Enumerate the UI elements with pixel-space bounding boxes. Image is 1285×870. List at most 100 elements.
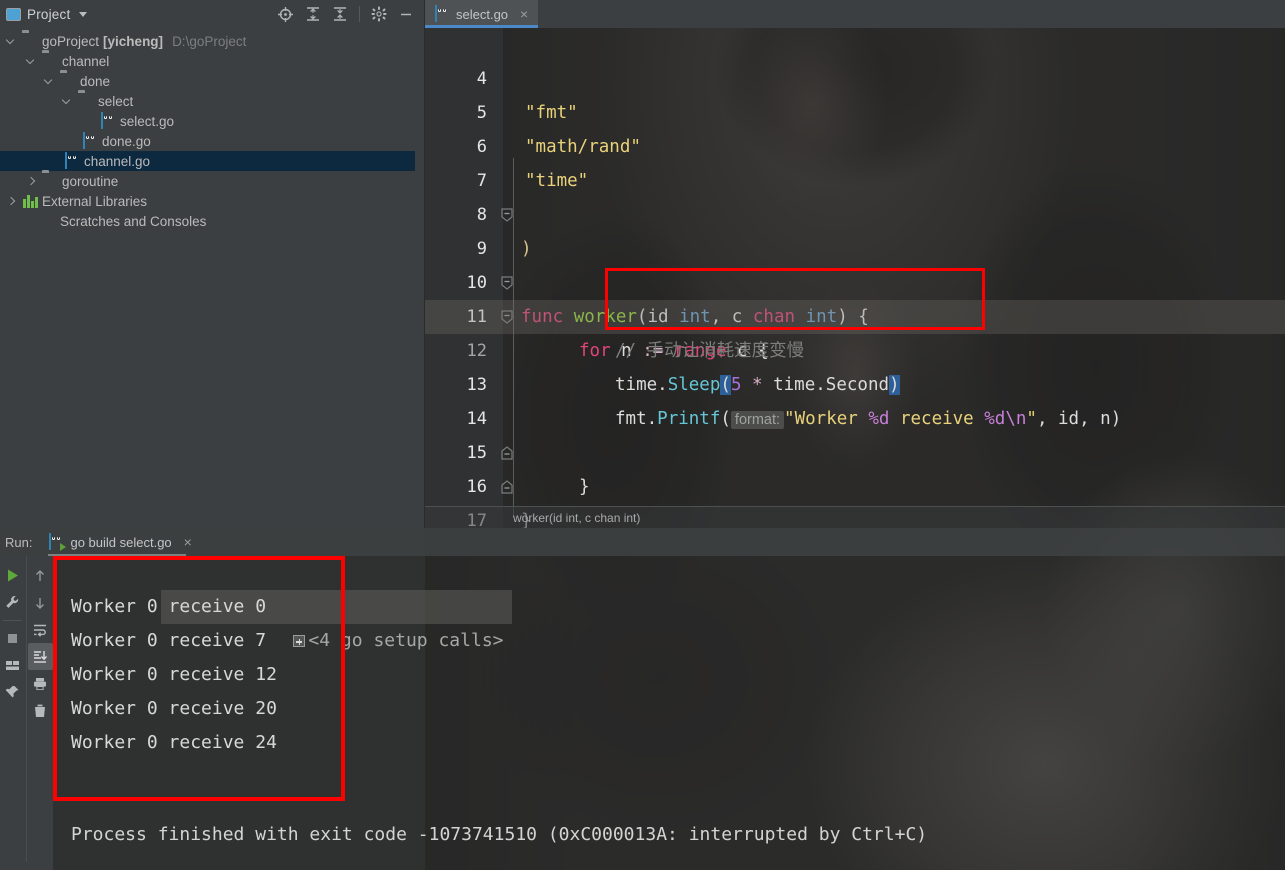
tree-node-label: select.go [120,113,175,129]
editor-tab-bar: select.go × [425,0,1285,28]
editor-area: select.go × 4 "fmt" 5 "math/rand" 6 "tim… [425,0,1285,528]
fold-marker-icon[interactable] [499,241,515,324]
fold-marker-icon[interactable] [499,207,515,290]
scroll-down-icon[interactable] [28,589,53,616]
chevron-down-icon[interactable] [24,54,38,68]
minimize-icon[interactable] [398,6,414,22]
locate-target-icon[interactable] [277,6,294,23]
code-line-17: 17 func createWorker(id int) chan<- int … [425,470,1285,528]
chevron-right-icon[interactable] [24,174,38,188]
stop-icon[interactable] [0,625,25,652]
tree-node-path: D:\goProject [172,33,247,49]
code-line-15: 15 } [425,402,1285,528]
chevron-right-icon[interactable] [4,194,18,208]
layout-icon[interactable] [0,652,25,679]
run-console-output[interactable]: <4 go setup calls> Worker 0 receive 0 Wo… [53,556,1285,870]
tree-node-scratches-and-consoles[interactable]: Scratches and Consoles [0,211,424,231]
tree-node-label: done [80,73,111,89]
chevron-down-icon[interactable] [42,74,56,88]
run-toolbar-secondary [26,556,53,870]
fold-marker-icon[interactable] [499,479,515,495]
print-icon[interactable] [28,670,53,697]
rerun-settings-icon[interactable] [0,589,25,616]
tree-node-label: External Libraries [42,193,148,209]
folder-icon [60,73,76,89]
tree-node-label: goProject [42,33,100,49]
tree-node-badge: [yicheng] [103,33,164,49]
breadcrumb: worker(id int, c chan int) [425,506,1285,528]
code-line-5: 5 "math/rand" [425,62,1285,157]
run-icon[interactable] [0,562,25,589]
folder-icon [42,173,58,189]
code-line-16: 16 [425,436,1285,497]
project-panel-scrollbar[interactable] [415,28,424,528]
toolbar-divider [3,620,22,621]
pin-icon[interactable] [0,679,25,706]
tree-node-select-folder[interactable]: select [0,91,424,111]
tree-node-label: channel [62,53,110,69]
console-line: Worker 0 receive 20 [71,698,277,719]
project-panel-header: Project [0,0,424,28]
expand-all-icon[interactable] [305,6,321,22]
project-tree: goProject [yicheng] D:\goProject channel… [0,28,424,231]
scroll-to-end-icon[interactable] [27,643,53,670]
tree-node-channel-go[interactable]: channel.go [0,151,424,171]
folder-icon [42,53,58,69]
fold-marker-icon[interactable] [499,411,515,494]
console-line-collapsed[interactable]: <4 go setup calls> [53,556,1285,651]
tree-node-channel[interactable]: channel [0,51,424,71]
tree-node-label: Scratches and Consoles [60,213,207,229]
project-panel-toolbar [277,6,418,23]
soft-wrap-icon[interactable] [28,616,53,643]
close-icon[interactable]: × [182,535,194,549]
code-line-12: 12 time.Sleep(5 * time.Second) [425,300,1285,395]
go-file-icon [82,132,98,149]
external-libraries-icon [22,193,38,209]
tab-label: select.go [456,6,509,22]
scroll-up-icon[interactable] [28,562,53,589]
tree-node-label: select [98,93,134,109]
go-file-icon [64,152,80,169]
toolbar-divider [359,6,360,22]
code-line-9: 9 func worker(id int, c chan int) { [425,198,1285,327]
go-file-icon [434,5,450,22]
project-tool-window: Project goProject [yicheng] D:\goProject… [0,0,425,528]
folder-icon [78,93,94,109]
close-icon[interactable]: × [518,7,530,21]
go-run-icon [48,533,67,551]
project-title-button[interactable]: Project [6,7,88,22]
chevron-down-icon[interactable] [4,34,18,48]
fold-marker-icon[interactable] [499,139,515,222]
editor-vertical-scrollbar[interactable] [1275,56,1285,528]
tree-node-goroutine[interactable]: goroutine [0,171,424,191]
fold-marker-icon[interactable] [499,377,515,460]
tree-node-done-go[interactable]: done.go [0,131,424,151]
go-file-icon [100,112,116,129]
tree-node-done-folder[interactable]: done [0,71,424,91]
folder-icon [22,33,38,49]
clear-all-icon[interactable] [28,697,53,724]
console-line: Worker 0 receive 24 [71,732,277,753]
scratches-icon [40,213,56,229]
collapse-all-icon[interactable] [332,6,348,22]
process-finished-message: Process finished with exit code -1073741… [71,824,928,845]
project-window-icon [6,7,21,21]
run-toolbar-primary [0,556,25,870]
tree-node-label: goroutine [62,173,119,189]
chevron-down-icon[interactable] [79,11,88,17]
code-line-11: 11 // 手动让消耗速度变慢 [425,266,1285,361]
tab-select-go[interactable]: select.go × [425,0,539,28]
tree-node-label: channel.go [84,153,151,169]
tree-node-external-libraries[interactable]: External Libraries [0,191,424,211]
code-line-8: 8 [425,164,1285,225]
settings-gear-icon[interactable] [371,6,387,22]
console-line: Worker 0 receive 12 [71,664,277,685]
tree-node-goproject[interactable]: goProject [yicheng] D:\goProject [0,31,424,51]
code-line-6: 6 "time" [425,96,1285,191]
tree-node-select-go[interactable]: select.go [0,111,424,131]
chevron-down-icon[interactable] [60,94,74,108]
run-panel-bottom-strip [0,862,53,870]
run-tab-go-build[interactable]: go build select.go × [42,528,199,556]
code-lines: 4 "fmt" 5 "math/rand" 6 "time" 7 ) 8 9 f… [425,28,1285,528]
code-editor[interactable]: 4 "fmt" 5 "math/rand" 6 "time" 7 ) 8 9 f… [425,28,1285,528]
